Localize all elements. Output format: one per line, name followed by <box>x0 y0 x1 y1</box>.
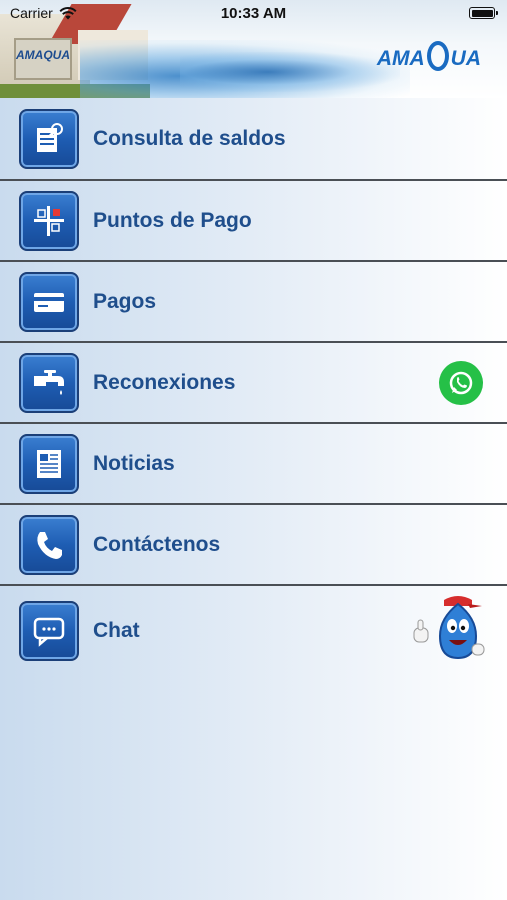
menu-label-puntos-pago: Puntos de Pago <box>93 208 252 232</box>
logo-text-right: UA <box>450 47 481 70</box>
amaqua-logo: AMA UA <box>376 41 481 74</box>
main-menu: Consulta de saldos Puntos de Pago Pagos <box>0 98 507 676</box>
credit-card-icon <box>19 271 79 332</box>
battery-fill <box>471 9 493 17</box>
menu-item-consulta-saldos[interactable]: Consulta de saldos <box>0 98 507 181</box>
document-magnifier-icon <box>19 108 79 169</box>
menu-item-puntos-pago[interactable]: Puntos de Pago <box>0 181 507 262</box>
whatsapp-icon[interactable] <box>439 360 483 405</box>
menu-item-reconexiones[interactable]: Reconexiones <box>0 343 507 424</box>
menu-label-noticias: Noticias <box>93 451 175 475</box>
phone-icon <box>19 514 79 575</box>
water-drop-mascot-icon[interactable] <box>408 592 486 664</box>
status-bar: Carrier 10:33 AM <box>0 0 507 26</box>
battery-icon <box>469 7 498 19</box>
menu-item-pagos[interactable]: Pagos <box>0 262 507 343</box>
status-time: 10:33 AM <box>220 5 287 22</box>
sign-logo-text: AMAQUA <box>16 48 70 62</box>
newspaper-icon <box>19 433 79 494</box>
menu-item-chat[interactable]: Chat <box>0 586 507 676</box>
menu-label-contactenos: Contáctenos <box>93 532 221 556</box>
map-pin-icon <box>19 190 79 251</box>
logo-text-left: AMA <box>376 47 425 70</box>
menu-item-noticias[interactable]: Noticias <box>0 424 507 505</box>
menu-label-consulta-saldos: Consulta de saldos <box>93 126 286 150</box>
chat-bubble-icon <box>19 601 79 661</box>
menu-item-contactenos[interactable]: Contáctenos <box>0 505 507 586</box>
menu-label-chat: Chat <box>93 619 140 642</box>
water-faucet-icon <box>19 352 79 413</box>
menu-label-reconexiones: Reconexiones <box>93 370 236 394</box>
water-splash-inner <box>180 52 400 92</box>
logo-drop-icon <box>426 41 449 71</box>
menu-label-pagos: Pagos <box>93 289 157 313</box>
building-sign: AMAQUA <box>14 38 72 80</box>
